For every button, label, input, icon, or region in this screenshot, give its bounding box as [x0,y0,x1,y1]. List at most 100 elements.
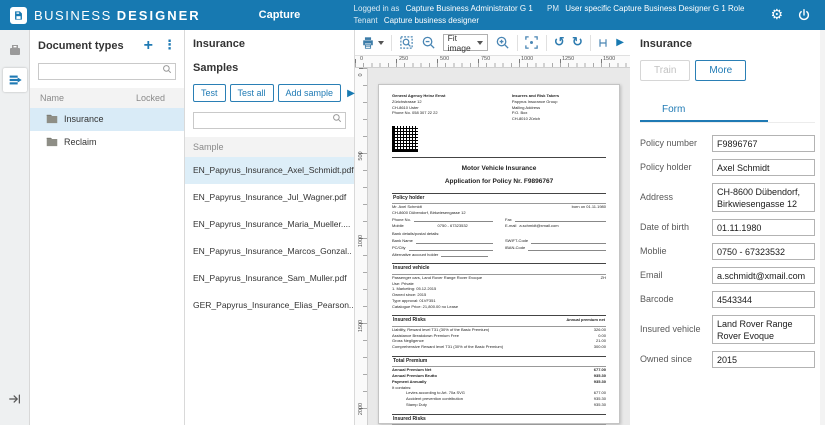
vehicle-description: Passenger cars, Land Rover Range Rover E… [392,274,483,280]
print-button[interactable] [361,36,384,50]
search-icon [333,114,342,123]
more-button[interactable]: More [695,60,747,81]
session-line-1: Logged in as Capture Business Administra… [354,3,757,15]
capture-module-icon[interactable] [2,68,27,92]
policy-number-input[interactable] [712,135,815,152]
datamatrix-barcode [392,125,418,152]
fit-to-screen-icon [525,36,539,49]
brand-title: BUSINESS DESIGNER [34,8,201,23]
field-label: Policy number [640,138,698,148]
address-input[interactable]: CH-8600 Dübendorf, Birkwiesengasse 12 [712,183,815,212]
train-button[interactable]: Train [640,60,691,81]
zoom-in-button[interactable] [495,35,510,50]
mobile-input[interactable] [712,243,815,260]
more-actions-arrow-icon[interactable]: ▶ [347,88,355,99]
form-panel-title: Insurance [640,38,692,50]
document-types-search-input[interactable] [38,62,176,80]
date-of-birth-input[interactable] [712,219,815,236]
search-icon [163,65,172,74]
doc-type-row-reclaim[interactable]: Reclaim [30,131,184,154]
phone-label: Phone No. [392,216,411,222]
document-viewer: Fit image ↺ ↻ ▶ 0 250 500 750 1000 1250 … [355,30,630,425]
premium-sub-row: Stamp Duty 935.30 [406,401,606,407]
holder-born: born on 01.11.1980 [571,204,606,210]
folder-icon [46,137,58,147]
total-premium-section-header: Total Premium [392,355,606,368]
module-title: Capture [258,9,301,21]
samples-panel: Insurance Samples Test Test all Add samp… [185,30,355,425]
session-info: Logged in as Capture Business Administra… [354,3,757,28]
test-button[interactable]: Test [193,84,226,102]
viewer-canvas[interactable]: General Agency Heinz Ernst Zürichstrasse… [368,68,630,425]
sample-list-item[interactable]: EN_Papyrus_Insurance_Marcos_Gonzal.. [185,238,354,265]
test-all-button[interactable]: Test all [229,84,274,102]
owned-since-input[interactable] [712,351,815,368]
email-input[interactable] [712,267,815,284]
column-name: Name [40,92,65,103]
sample-list-header: Sample [185,136,354,157]
sample-list-item[interactable]: EN_Papyrus_Insurance_Jul_Wagner.pdf [185,184,354,211]
ruler-label: 1250 [562,56,575,62]
field-label: Owned since [640,354,693,364]
doc-type-row-insurance[interactable]: Insurance [30,107,184,131]
insured-vehicle-input[interactable]: Land Rover Range Rover Evoque [712,315,815,344]
ruler-label: 500 [358,151,364,161]
form-tabbar: Form [640,99,815,123]
samples-search-input[interactable] [193,111,346,129]
form-field-owned-since: Owned since [640,351,815,368]
sample-list-item[interactable]: EN_Papyrus_Insurance_Axel_Schmidt.pdf [185,156,354,184]
fax-label: Fax [505,216,512,222]
ruler-label: 0 [358,73,364,77]
annual-premium-net-header: Annual premium net [566,317,605,323]
form-field-barcode: Barcode [640,291,815,308]
ruler-label: 500 [440,56,450,62]
brand-word-business: BUSINESS [34,7,112,23]
zoom-out-button[interactable] [421,35,436,50]
settings-gear-icon[interactable]: ⚙ [770,7,783,23]
zoom-out-icon [422,36,435,49]
pan-tool-icon[interactable] [597,37,609,49]
form-field-date-of-birth: Date of birth [640,219,815,236]
field-label: Moblie [640,246,667,256]
power-logout-icon[interactable] [797,8,811,22]
marquee-zoom-icon [399,36,413,49]
rotate-left-icon[interactable]: ↺ [554,36,565,49]
add-document-type-icon[interactable]: + [144,37,153,53]
samples-section-title: Samples [193,62,239,74]
insurer-city: CH-8010 Zürich [511,116,541,122]
rotate-right-icon[interactable]: ↻ [572,36,583,49]
toolbar-more-arrow-icon[interactable]: ▶ [616,37,624,48]
fit-mode-select[interactable]: Fit image [442,32,488,53]
document-archive-icon[interactable] [3,38,27,62]
document-types-menu-icon[interactable]: ⋮ [163,38,176,53]
add-sample-button[interactable]: Add sample [277,84,342,102]
fit-to-screen-button[interactable] [524,35,539,50]
tab-form[interactable]: Form [640,104,768,122]
field-label: Email [640,270,663,280]
document-types-search [38,61,176,80]
fit-mode-caret-icon [476,40,483,45]
form-field-insured-vehicle: Insured vehicle Land Rover Range Rover E… [640,315,815,344]
bank-details-label: Bank details/postal details: [392,231,440,237]
policy-holder-input[interactable] [712,159,815,176]
brand-word-designer: DESIGNER [116,7,201,23]
sample-list-item[interactable]: EN_Papyrus_Insurance_Sam_Muller.pdf [185,265,354,292]
mobile-value: 0750 - 67323532 [437,223,468,229]
fit-mode-value: Fit image [447,32,471,53]
ruler-label: 1500 [358,319,364,333]
sample-list: EN_Papyrus_Insurance_Axel_Schmidt.pdf EN… [185,156,354,319]
field-label: Date of birth [640,222,690,232]
marquee-zoom-button[interactable] [399,35,414,50]
sample-column-label: Sample [193,141,224,152]
collapse-panel-icon[interactable] [3,387,27,411]
barcode-input[interactable] [712,291,815,308]
vehicle-line: Catalogue Price: 21,800.00 no Lease [392,303,459,309]
sample-list-item[interactable]: EN_Papyrus_Insurance_Maria_Mueller.... [185,211,354,238]
policy-holder-section-header: Policy holder [392,192,606,205]
selected-doc-type-title: Insurance [193,38,245,50]
extraction-form-panel: Insurance Train More Form Policy number … [630,30,825,425]
sample-list-item[interactable]: GER_Papyrus_Insurance_Elias_Pearson.... [185,292,354,319]
agency-name: General Agency Heinz Ernst [392,93,446,98]
form-panel-scrollbar[interactable] [820,30,825,425]
logged-in-label: Logged in as [353,3,400,13]
